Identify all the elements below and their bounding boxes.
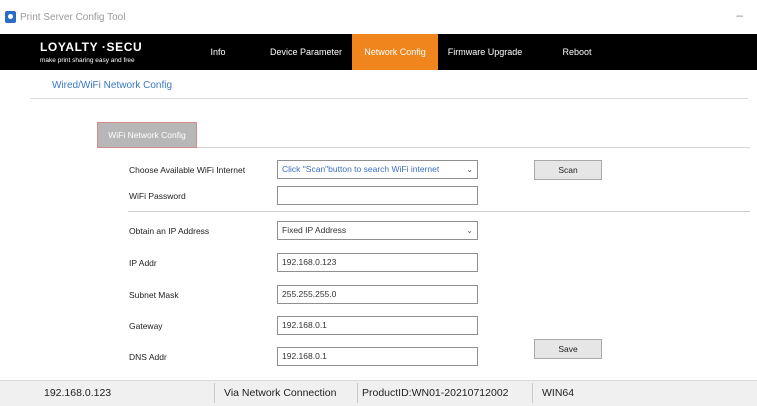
chevron-down-icon: ⌄ <box>466 165 473 174</box>
nav-item-network-config[interactable]: Network Config <box>352 34 438 70</box>
status-bar: 192.168.0.123 Via Network Connection Pro… <box>0 380 757 406</box>
top-nav-bar: LOYALTY ·SECU make print sharing easy an… <box>0 34 757 70</box>
brand-logo: LOYALTY ·SECU make print sharing easy an… <box>40 40 142 64</box>
wifi-select-label: Choose Available WiFi Internet <box>129 165 246 175</box>
scan-button[interactable]: Scan <box>534 160 602 180</box>
wifi-select[interactable]: Click "Scan"button to search WiFi intern… <box>277 160 478 179</box>
gateway-label: Gateway <box>129 321 163 331</box>
status-ip: 192.168.0.123 <box>44 387 112 399</box>
nav-item-info[interactable]: Info <box>196 34 240 70</box>
status-platform: WIN64 <box>542 387 575 399</box>
subnet-mask-label: Subnet Mask <box>129 290 179 300</box>
gateway-input[interactable]: 192.168.0.1 <box>277 316 478 335</box>
status-divider <box>214 383 215 403</box>
wifi-password-label: WiFi Password <box>129 191 186 201</box>
save-button[interactable]: Save <box>534 339 602 359</box>
obtain-ip-select[interactable]: Fixed IP Address ⌄ <box>277 221 478 240</box>
nav-item-firmware-upgrade[interactable]: Firmware Upgrade <box>440 34 530 70</box>
nav-item-device-parameter[interactable]: Device Parameter <box>262 34 350 70</box>
subtab-divider <box>30 98 748 99</box>
status-connection: Via Network Connection <box>224 387 337 399</box>
status-divider <box>357 383 358 403</box>
window-title: Print Server Config Tool <box>20 12 126 23</box>
minimize-button[interactable]: – <box>736 8 743 22</box>
dns-addr-input[interactable]: 192.168.0.1 <box>277 347 478 366</box>
status-divider <box>532 383 533 403</box>
app-icon <box>5 11 16 23</box>
status-product-id: ProductID:WN01-20210712002 <box>362 387 509 399</box>
brand-name: LOYALTY ·SECU <box>40 40 143 54</box>
obtain-ip-label: Obtain an IP Address <box>129 226 210 236</box>
section-divider <box>128 211 750 212</box>
ip-addr-input[interactable]: 192.168.0.123 <box>277 253 478 272</box>
title-bar: Print Server Config Tool – <box>0 0 757 34</box>
wifi-select-value: Click "Scan"button to search WiFi intern… <box>282 164 440 174</box>
dns-addr-label: DNS Addr <box>129 352 167 362</box>
panel-divider <box>197 147 750 148</box>
nav-item-reboot[interactable]: Reboot <box>550 34 604 70</box>
wifi-password-input[interactable] <box>277 186 478 205</box>
subnet-mask-input[interactable]: 255.255.255.0 <box>277 285 478 304</box>
brand-tagline: make print sharing easy and free <box>40 57 135 64</box>
chevron-down-icon: ⌄ <box>466 226 473 235</box>
tab-wifi-network-config[interactable]: WiFi Network Config <box>97 122 197 148</box>
tab-wired-wifi-network-config[interactable]: Wired/WiFi Network Config <box>52 80 172 91</box>
obtain-ip-select-value: Fixed IP Address <box>282 225 347 235</box>
ip-addr-label: IP Addr <box>129 258 157 268</box>
